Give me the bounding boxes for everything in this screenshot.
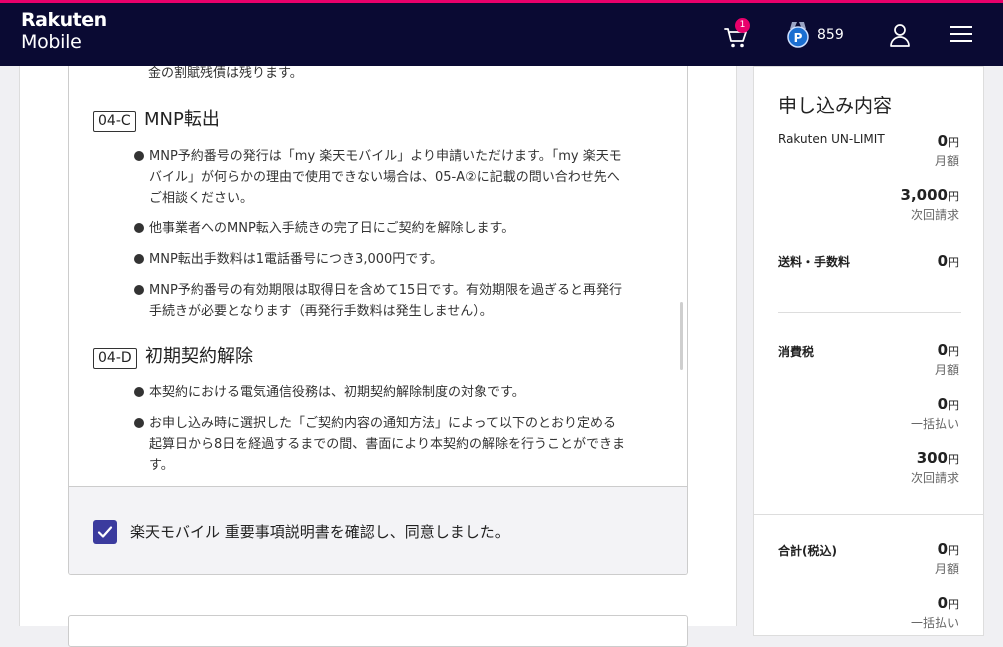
bullet-dot [134, 418, 144, 428]
points-medal-icon[interactable]: P [786, 22, 810, 48]
user-account-icon[interactable] [889, 23, 911, 47]
shipping-amount: 0円 [937, 252, 959, 270]
bullet-text: MNP転出手数料は1電話番号につき3,000円です。 [149, 252, 443, 267]
order-summary-card: 申し込み内容 Rakuten UN-LIMIT 0円 月額 3,000円 次回請… [753, 66, 984, 515]
tax-once-amount: 0円 [937, 395, 959, 413]
document-scroll-area[interactable]: 金の割賦残債は残ります。 04-C MNP転出 MNP予約番号の発行は「my 楽… [69, 66, 687, 486]
order-summary-panel: 申し込み内容 Rakuten UN-LIMIT 0円 月額 3,000円 次回請… [753, 66, 984, 636]
important-matters-document-card: 金の割賦残債は残ります。 04-C MNP転出 MNP予約番号の発行は「my 楽… [68, 66, 688, 575]
bullet-text: MNP予約番号の発行は「my 楽天モバイル」より申請いただけます。「my 楽天モ [149, 149, 622, 164]
plan-monthly-note: 月額 [934, 154, 959, 168]
rakuten-mobile-logo[interactable]: Rakuten Mobile [21, 11, 107, 52]
bullet-dot [134, 387, 144, 397]
document-scrollbar[interactable] [680, 302, 683, 370]
bullet-dot [134, 223, 144, 233]
bullet-dot [134, 151, 144, 161]
total-monthly-note: 月額 [934, 562, 959, 576]
agreement-checkbox[interactable] [93, 520, 117, 544]
hamburger-menu-icon[interactable] [950, 25, 972, 43]
tax-monthly-amount: 0円 [937, 341, 959, 359]
bullet-text: バイル」が何らかの理由で使用できない場合は、05-A②に記載の問い合わせ先へ [149, 170, 620, 185]
agreement-label[interactable]: 楽天モバイル 重要事項説明書を確認し、同意しました。 [130, 521, 510, 542]
bullet-text: す。 [149, 458, 174, 473]
svg-text:P: P [794, 31, 803, 45]
bullet-dot [134, 254, 144, 264]
total-once-amount: 0円 [937, 594, 959, 612]
total-once-note: 一括払い [910, 616, 959, 630]
tax-label: 消費税 [778, 345, 815, 359]
bullet-text: 手続きが必要となります（再発行手数料は発生しません）。 [149, 304, 493, 319]
tax-once-note: 一括払い [910, 417, 959, 431]
section-code-04d: 04-D [93, 348, 137, 369]
main-content-panel: 金の割賦残債は残ります。 04-C MNP転出 MNP予約番号の発行は「my 楽… [19, 66, 737, 647]
agreement-box: 楽天モバイル 重要事項説明書を確認し、同意しました。 [69, 486, 687, 574]
bullet-text: 本契約における電気通信役務は、初期契約解除制度の対象です。 [149, 385, 525, 400]
plan-name: Rakuten UN-LIMIT [778, 132, 885, 146]
points-balance[interactable]: 859 [817, 27, 844, 43]
section-code-04c: 04-C [93, 111, 136, 132]
summary-divider [778, 312, 961, 313]
logo-line2: Mobile [21, 31, 82, 53]
tax-monthly-note: 月額 [934, 363, 959, 377]
plan-monthly-amount: 0円 [937, 132, 959, 150]
plan-next-note: 次回請求 [910, 208, 959, 222]
bullet-text: 他事業者へのMNP転入手続きの完了日にご契約を解除します。 [149, 221, 515, 236]
shipping-label: 送料・手数料 [778, 255, 851, 269]
bullet-text: 起算日から8日を経過するまでの間、書面により本契約の解除を行うことができま [149, 437, 626, 452]
tax-next-amount: 300円 [916, 449, 959, 467]
total-monthly-amount: 0円 [937, 540, 959, 558]
bullet-dot [134, 285, 144, 295]
cart-count-badge: 1 [735, 18, 750, 33]
tax-next-note: 次回請求 [910, 471, 959, 485]
plan-next-amount: 3,000円 [900, 186, 959, 204]
total-label: 合計(税込) [778, 544, 837, 558]
bullet-text: ご相談ください。 [149, 191, 254, 206]
summary-title: 申し込み内容 [778, 95, 893, 117]
logo-line1: Rakuten [21, 9, 107, 31]
section-title-mnp: MNP転出 [144, 109, 220, 130]
order-total-card: 合計(税込) 0円 月額 0円 一括払い [753, 514, 984, 636]
bullet-text: お申し込み時に選択した「ご契約内容の通知方法」によって以下のとおり定める [149, 416, 616, 431]
next-section-card [68, 615, 688, 647]
top-navigation-bar: Rakuten Mobile [0, 0, 1003, 66]
checkmark-icon [97, 526, 113, 538]
paragraph-tail: 金の割賦残債は残ります。 [148, 66, 303, 81]
section-title-initial-cancellation: 初期契約解除 [145, 346, 253, 367]
bullet-text: MNP予約番号の有効期限は取得日を含めて15日です。有効期限を過ぎると再発行 [149, 283, 623, 298]
